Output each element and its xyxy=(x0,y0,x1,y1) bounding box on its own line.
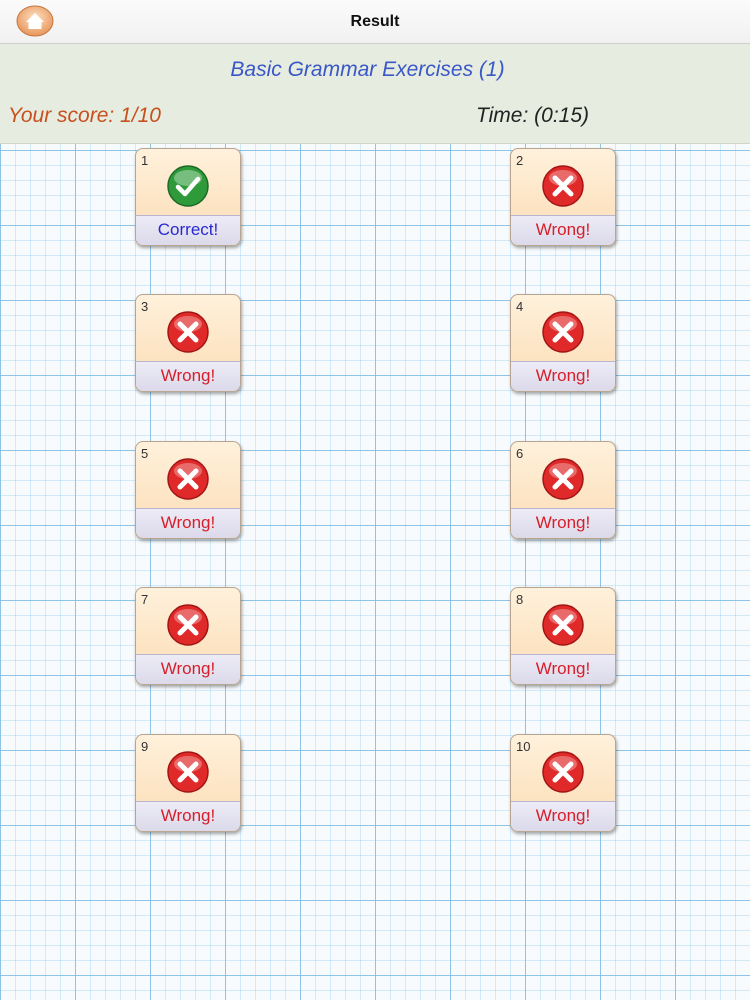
question-number: 9 xyxy=(141,739,149,754)
result-label: Wrong! xyxy=(511,508,615,538)
result-tile-10[interactable]: 10 Wrong! xyxy=(510,734,616,832)
result-label: Wrong! xyxy=(136,361,240,391)
x-icon xyxy=(542,311,584,353)
result-label: Wrong! xyxy=(136,654,240,684)
x-icon xyxy=(167,751,209,793)
x-icon xyxy=(542,165,584,207)
exercise-title: Basic Grammar Exercises (1) xyxy=(230,58,505,81)
question-number: 7 xyxy=(141,592,149,607)
score-text: Your score: 1/10 xyxy=(8,104,161,127)
result-tile-7[interactable]: 7 Wrong! xyxy=(135,587,241,685)
x-icon xyxy=(542,458,584,500)
result-tile-8[interactable]: 8 Wrong! xyxy=(510,587,616,685)
x-icon xyxy=(167,458,209,500)
question-number: 5 xyxy=(141,446,149,461)
result-label: Wrong! xyxy=(511,215,615,245)
question-number: 4 xyxy=(516,299,524,314)
result-header: Basic Grammar Exercises (1) Your score: … xyxy=(0,44,750,144)
question-number: 2 xyxy=(516,153,524,168)
result-label: Wrong! xyxy=(511,654,615,684)
result-tile-4[interactable]: 4 Wrong! xyxy=(510,294,616,392)
question-number: 6 xyxy=(516,446,524,461)
x-icon xyxy=(167,604,209,646)
check-icon xyxy=(167,165,209,207)
result-tile-1[interactable]: 1 Correct! xyxy=(135,148,241,246)
question-number: 8 xyxy=(516,592,524,607)
time-text: Time: (0:15) xyxy=(476,104,590,127)
result-tile-2[interactable]: 2 Wrong! xyxy=(510,148,616,246)
result-label: Wrong! xyxy=(511,801,615,831)
home-button[interactable] xyxy=(16,5,54,37)
x-icon xyxy=(167,311,209,353)
question-number: 3 xyxy=(141,299,149,314)
nav-bar: Result xyxy=(0,0,750,44)
x-icon xyxy=(542,604,584,646)
question-number: 10 xyxy=(516,739,531,754)
result-label: Wrong! xyxy=(511,361,615,391)
x-icon xyxy=(542,751,584,793)
result-label: Wrong! xyxy=(136,801,240,831)
nav-title: Result xyxy=(350,12,400,30)
home-icon xyxy=(16,5,54,37)
question-number: 1 xyxy=(141,153,149,168)
result-tile-9[interactable]: 9 Wrong! xyxy=(135,734,241,832)
result-tile-3[interactable]: 3 Wrong! xyxy=(135,294,241,392)
result-label: Wrong! xyxy=(136,508,240,538)
result-tile-6[interactable]: 6 Wrong! xyxy=(510,441,616,539)
result-label: Correct! xyxy=(136,215,240,245)
result-tile-5[interactable]: 5 Wrong! xyxy=(135,441,241,539)
